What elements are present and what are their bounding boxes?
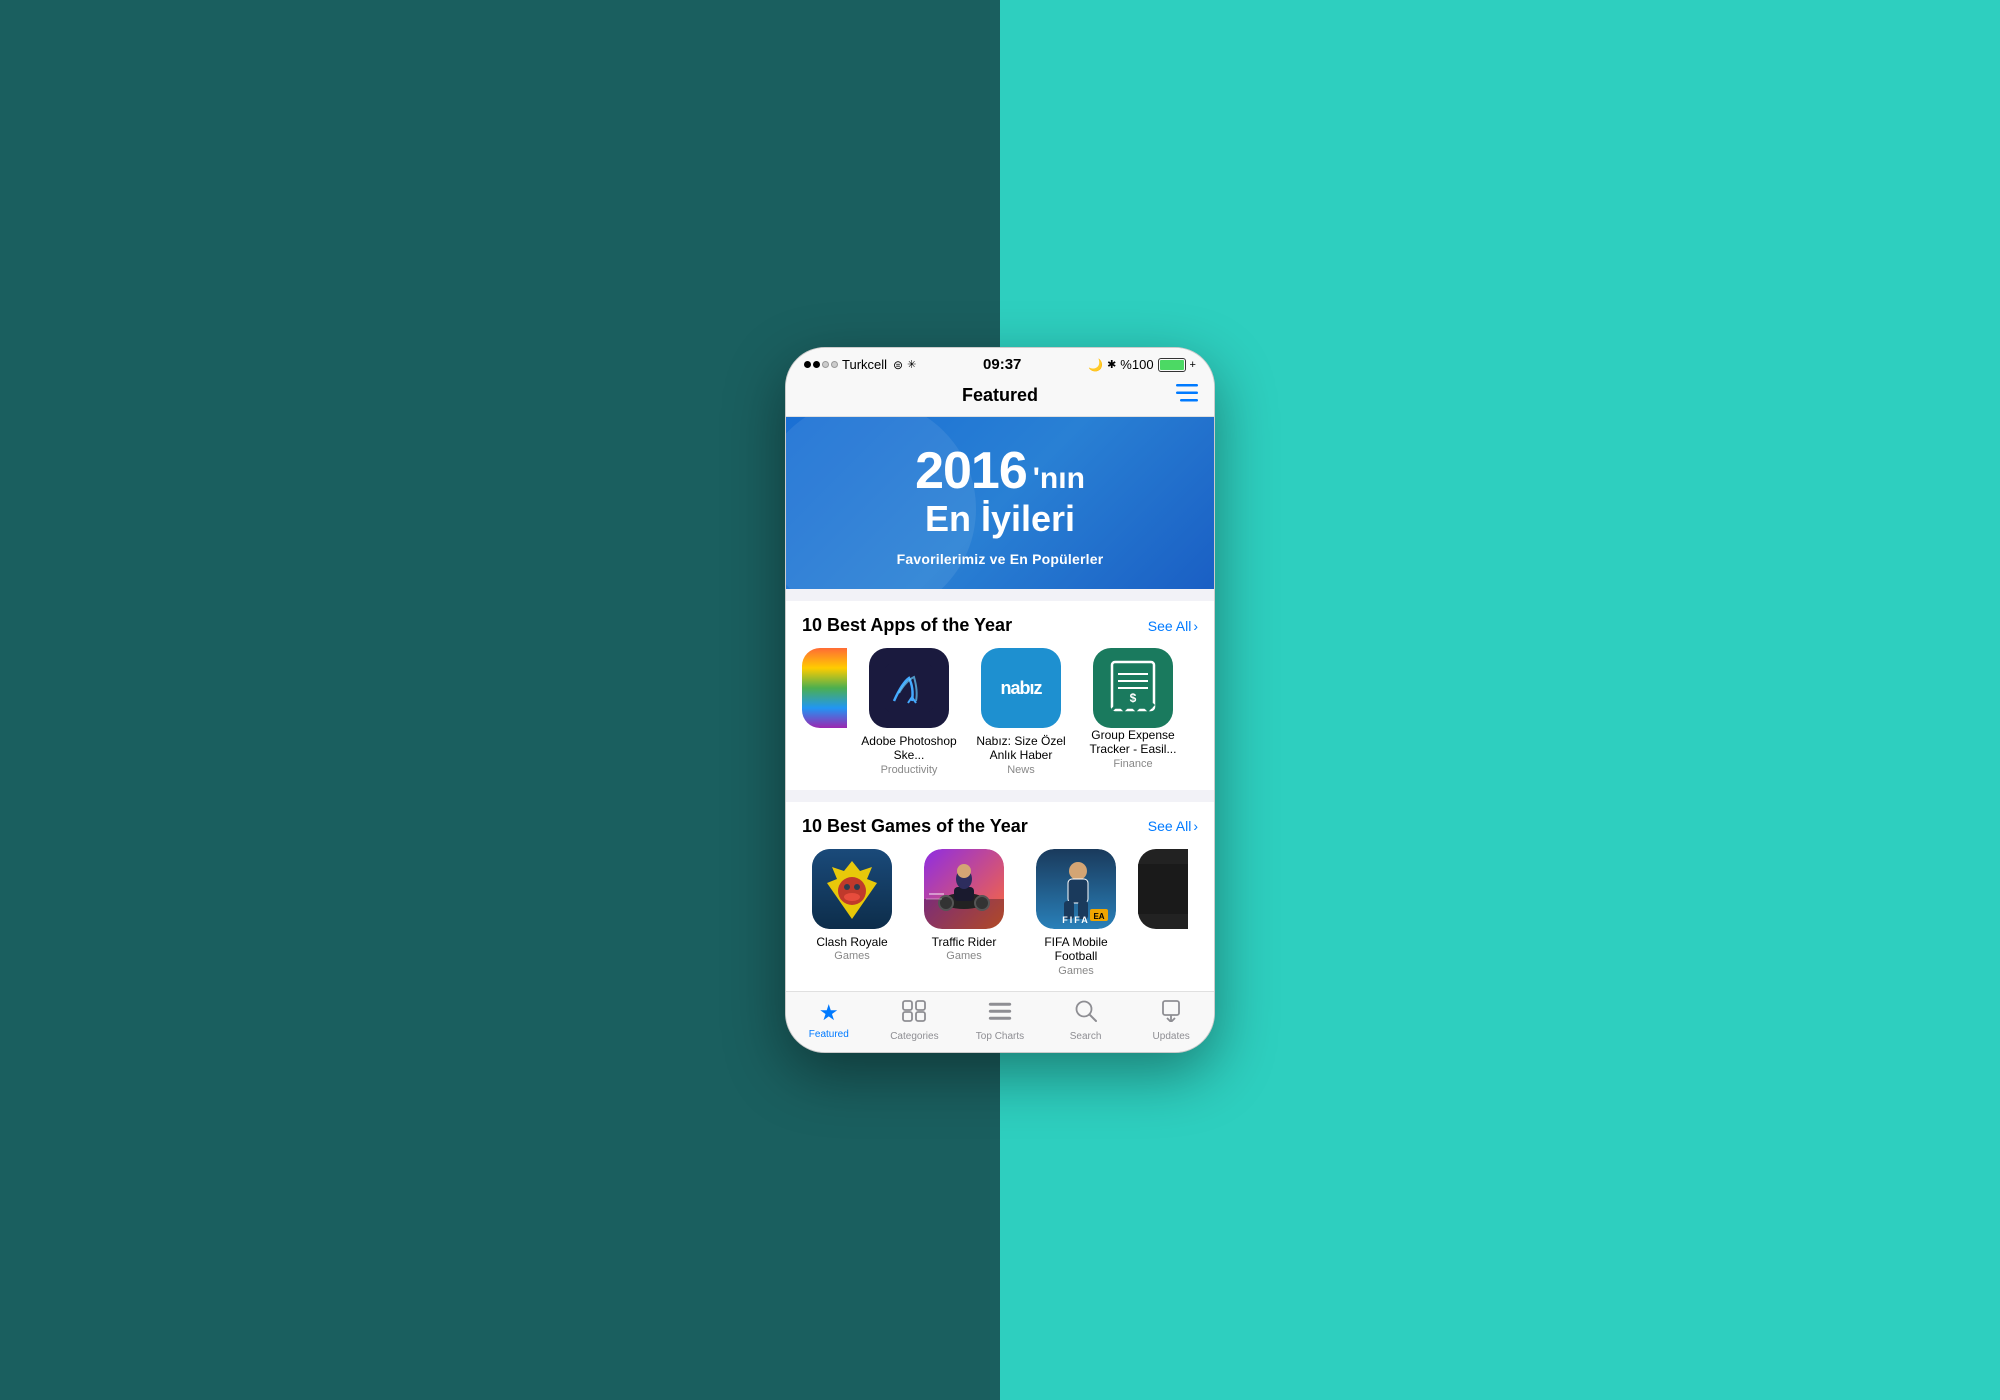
battery-fill — [1160, 360, 1184, 370]
best-apps-see-all[interactable]: See All › — [1148, 618, 1198, 634]
featured-tab-icon: ★ — [819, 1000, 839, 1026]
list-item-partial-left — [802, 648, 847, 776]
svg-text:FIFA: FIFA — [1062, 915, 1090, 925]
best-apps-list: Adobe Photoshop Ske... Productivity nabı… — [802, 648, 1198, 776]
hero-banner[interactable]: 2016 'nın En İyileri Favorilerimiz ve En… — [786, 417, 1214, 589]
top-charts-tab-icon — [988, 1000, 1012, 1028]
tab-featured[interactable]: ★ Featured — [799, 1000, 859, 1042]
status-right: 🌙 ✱ %100 + — [1088, 357, 1196, 372]
status-left: Turkcell ⊜ ✳ — [804, 357, 916, 372]
fifa-name: FIFA Mobile Football — [1026, 935, 1126, 964]
list-item-adobe[interactable]: Adobe Photoshop Ske... Productivity — [859, 648, 959, 776]
partial-left-icon — [802, 648, 847, 728]
clash-royale-icon — [812, 849, 892, 929]
clash-royale-name: Clash Royale — [802, 935, 902, 949]
best-games-section: 10 Best Games of the Year See All › — [786, 802, 1214, 991]
best-games-list: Clash Royale Games — [802, 849, 1198, 977]
list-item-nabiz[interactable]: nabız Nabız: Size Özel Anlık Haber News — [971, 648, 1071, 776]
top-charts-tab-label: Top Charts — [976, 1031, 1024, 1042]
best-games-header: 10 Best Games of the Year See All › — [802, 816, 1198, 837]
best-apps-section: 10 Best Apps of the Year See All › — [786, 601, 1214, 790]
hero-description: Favorilerimiz ve En Popülerler — [810, 551, 1190, 567]
best-apps-header: 10 Best Apps of the Year See All › — [802, 615, 1198, 636]
signal-dot-2 — [813, 361, 820, 368]
battery-percent: %100 — [1120, 357, 1153, 372]
tab-top-charts[interactable]: Top Charts — [970, 1000, 1030, 1042]
best-games-see-all[interactable]: See All › — [1148, 818, 1198, 834]
traffic-rider-name: Traffic Rider — [914, 935, 1014, 949]
list-item-expense[interactable]: $ Group Expense Tracker - Easil... Finan… — [1083, 648, 1183, 776]
list-item-clash-royale[interactable]: Clash Royale Games — [802, 849, 902, 977]
tab-search[interactable]: Search — [1056, 1000, 1116, 1042]
categories-tab-label: Categories — [890, 1031, 938, 1042]
partial-right-icon — [1138, 849, 1188, 929]
page-title: Featured — [962, 385, 1038, 406]
svg-text:EA: EA — [1093, 912, 1104, 921]
adobe-app-category: Productivity — [881, 764, 938, 776]
menu-icon[interactable] — [1176, 384, 1198, 408]
clash-royale-category: Games — [834, 950, 869, 962]
signal-dots — [804, 361, 838, 368]
tab-categories[interactable]: Categories — [884, 1000, 944, 1042]
adobe-app-name: Adobe Photoshop Ske... — [859, 734, 959, 763]
brightness-icon: ✳ — [907, 358, 916, 371]
hero-apostrophe: 'nın — [1033, 462, 1085, 496]
hero-subtitle: En İyileri — [810, 499, 1190, 539]
categories-tab-icon — [902, 1000, 926, 1028]
battery-bolt: + — [1190, 359, 1196, 371]
list-item-traffic-rider[interactable]: Traffic Rider Games — [914, 849, 1014, 977]
bluetooth-icon: ✱ — [1107, 358, 1116, 371]
chevron-right-games-icon: › — [1193, 818, 1198, 834]
expense-app-category: Finance — [1113, 758, 1152, 770]
tab-bar: ★ Featured Categories — [786, 991, 1214, 1052]
battery-icon — [1158, 358, 1186, 372]
adobe-icon — [869, 648, 949, 728]
search-tab-icon — [1075, 1000, 1097, 1028]
fifa-icon: FIFA EA — [1036, 849, 1116, 929]
hero-year: 2016 — [915, 445, 1027, 497]
chevron-right-icon: › — [1193, 618, 1198, 634]
status-bar: Turkcell ⊜ ✳ 09:37 🌙 ✱ %100 + — [786, 348, 1214, 377]
best-apps-title: 10 Best Apps of the Year — [802, 615, 1012, 636]
tab-updates[interactable]: Updates — [1141, 1000, 1201, 1042]
signal-dot-4 — [831, 361, 838, 368]
content-area: 2016 'nın En İyileri Favorilerimiz ve En… — [786, 417, 1214, 990]
traffic-rider-icon — [924, 849, 1004, 929]
nabiz-app-category: News — [1007, 764, 1035, 776]
nav-header: Featured — [786, 377, 1214, 417]
best-games-title: 10 Best Games of the Year — [802, 816, 1028, 837]
status-time: 09:37 — [983, 356, 1021, 373]
traffic-rider-category: Games — [946, 950, 981, 962]
wifi-icon: ⊜ — [893, 358, 903, 372]
moon-icon: 🌙 — [1088, 358, 1103, 372]
nabiz-app-name: Nabız: Size Özel Anlık Haber — [971, 734, 1071, 763]
signal-dot-3 — [822, 361, 829, 368]
list-item-partial-right[interactable]: voi... Game... — [1138, 849, 1188, 977]
fifa-category: Games — [1058, 965, 1093, 977]
phone-frame: Turkcell ⊜ ✳ 09:37 🌙 ✱ %100 + Featured — [785, 347, 1215, 1052]
updates-tab-label: Updates — [1153, 1031, 1190, 1042]
carrier-name: Turkcell — [842, 357, 887, 372]
updates-tab-icon — [1160, 1000, 1182, 1028]
signal-dot-1 — [804, 361, 811, 368]
featured-tab-label: Featured — [809, 1029, 849, 1040]
nabiz-icon: nabız — [981, 648, 1061, 728]
expense-icon: $ — [1093, 648, 1173, 728]
expense-app-name: Group Expense Tracker - Easil... — [1083, 728, 1183, 757]
search-tab-label: Search — [1070, 1031, 1102, 1042]
list-item-fifa[interactable]: FIFA EA FIFA Mobile Football Games — [1026, 849, 1126, 977]
